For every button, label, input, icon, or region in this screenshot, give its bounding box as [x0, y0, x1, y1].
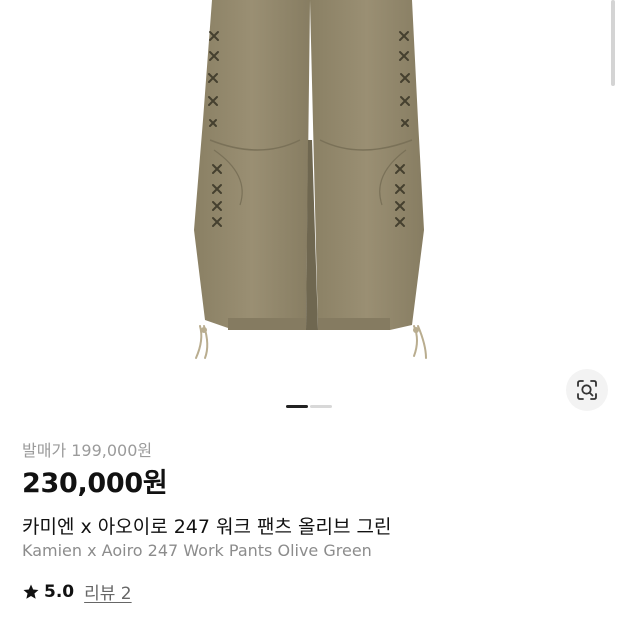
scrollbar[interactable] — [611, 0, 615, 86]
pager-dot[interactable] — [310, 405, 332, 408]
pager-dot-active[interactable] — [286, 405, 308, 408]
image-pager — [286, 405, 332, 408]
pants-illustration — [194, 0, 427, 359]
review-count-link[interactable]: 리뷰 2 — [84, 579, 132, 604]
image-search-icon — [577, 380, 597, 400]
rating-value: 5.0 — [44, 581, 75, 602]
rating-row: 5.0 리뷰 2 — [22, 579, 132, 604]
product-image[interactable] — [0, 0, 620, 380]
star-icon — [23, 584, 39, 599]
current-price: 230,000원 — [22, 468, 168, 499]
product-title-korean: 카미엔 x 아오이로 247 워크 팬츠 올리브 그린 — [22, 516, 392, 538]
release-price: 발매가 199,000원 — [22, 441, 153, 460]
image-search-button[interactable] — [566, 369, 608, 411]
product-title-english: Kamien x Aoiro 247 Work Pants Olive Gree… — [22, 541, 372, 560]
